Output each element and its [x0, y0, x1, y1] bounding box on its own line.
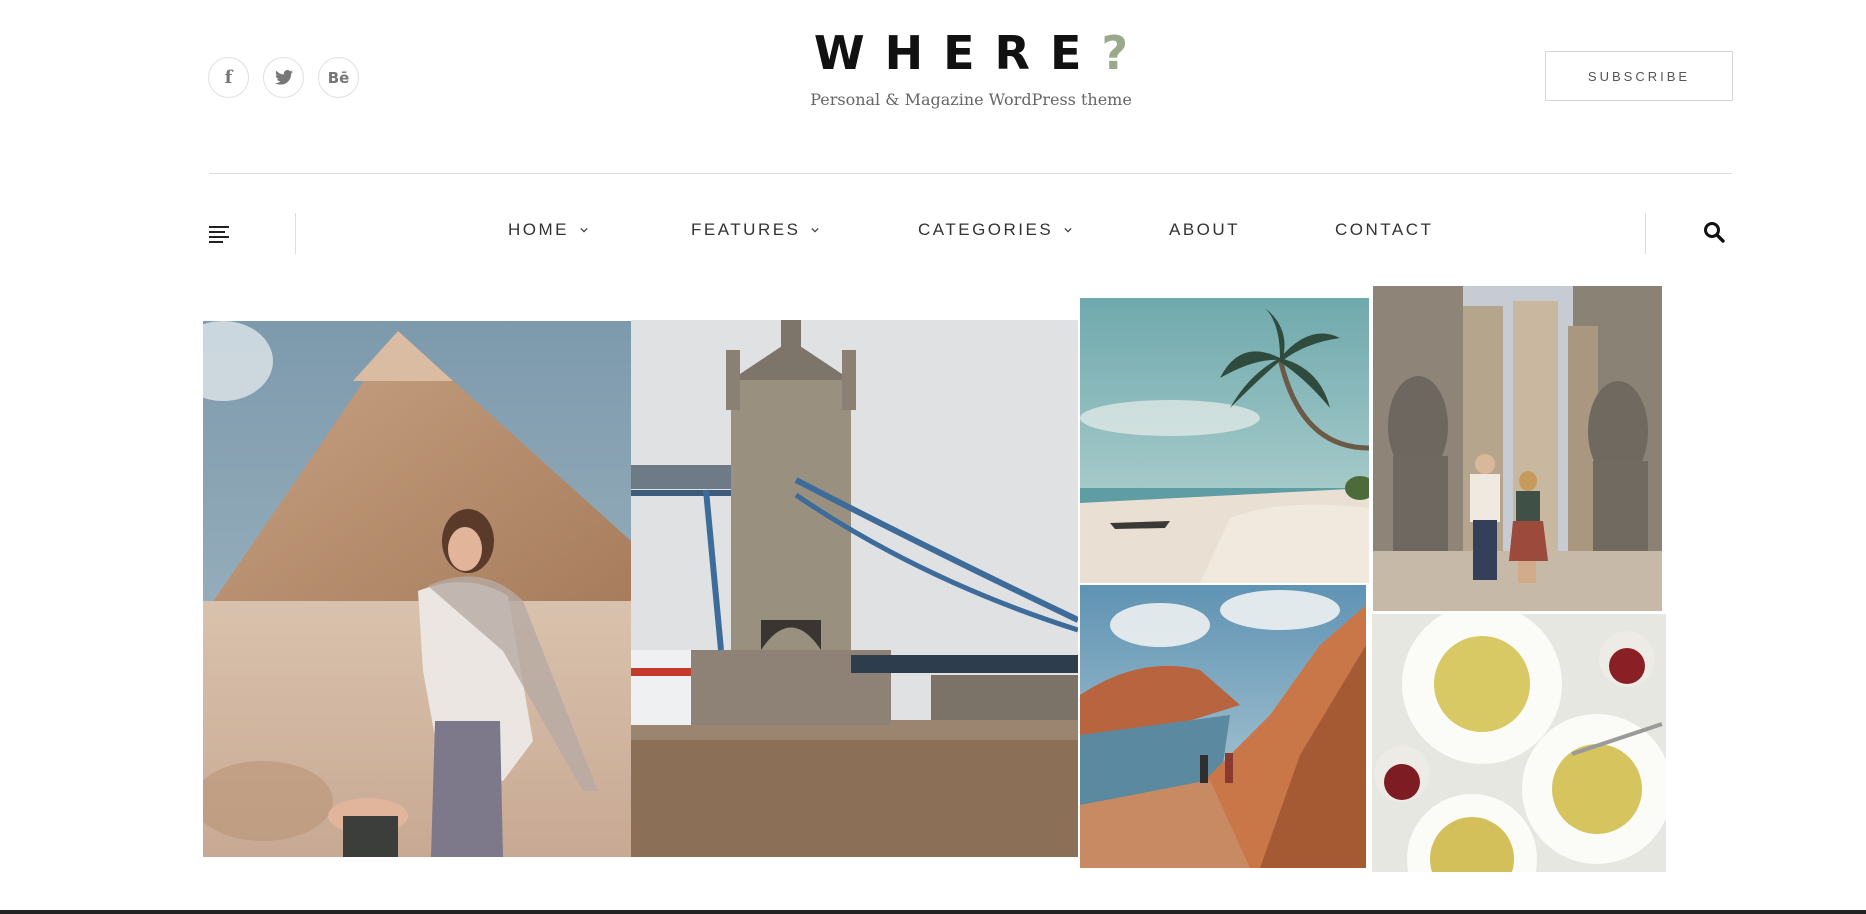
main-nav: HOME FEATURES CATEGORIES ABOUT CONTACT: [0, 220, 1866, 246]
photo-pyramid[interactable]: [203, 321, 631, 857]
search-icon[interactable]: [1703, 221, 1725, 248]
subscribe-button[interactable]: SUBSCRIBE: [1545, 51, 1733, 101]
nav-item-home[interactable]: HOME: [508, 220, 588, 240]
nav-item-label: HOME: [508, 220, 569, 239]
nav-item-contact[interactable]: CONTACT: [1335, 220, 1433, 240]
logo-text: WHERE: [813, 26, 1102, 80]
page-bottom-edge: [0, 910, 1866, 914]
photo-pasta[interactable]: [1372, 614, 1666, 872]
nav-item-features[interactable]: FEATURES: [691, 220, 820, 240]
photo-temple[interactable]: [1373, 286, 1662, 611]
nav-item-label: FEATURES: [691, 220, 801, 239]
nav-item-categories[interactable]: CATEGORIES: [918, 220, 1072, 240]
nav-item-label: CATEGORIES: [918, 220, 1054, 239]
nav-divider-right: [1645, 213, 1646, 254]
nav-item-label: ABOUT: [1169, 220, 1241, 239]
photo-palm-beach[interactable]: [1080, 298, 1369, 583]
photo-coast-cliffs[interactable]: [1080, 585, 1366, 868]
nav-item-label: CONTACT: [1335, 220, 1434, 239]
subscribe-label: SUBSCRIBE: [1587, 68, 1691, 84]
nav-item-about[interactable]: ABOUT: [1169, 220, 1240, 240]
chevron-down-icon: [811, 227, 820, 233]
header-divider: [209, 173, 1732, 174]
logo-mark: ?: [1101, 26, 1129, 80]
chevron-down-icon: [1064, 227, 1072, 233]
chevron-down-icon: [580, 227, 588, 233]
photo-tower-bridge[interactable]: [631, 320, 1078, 857]
